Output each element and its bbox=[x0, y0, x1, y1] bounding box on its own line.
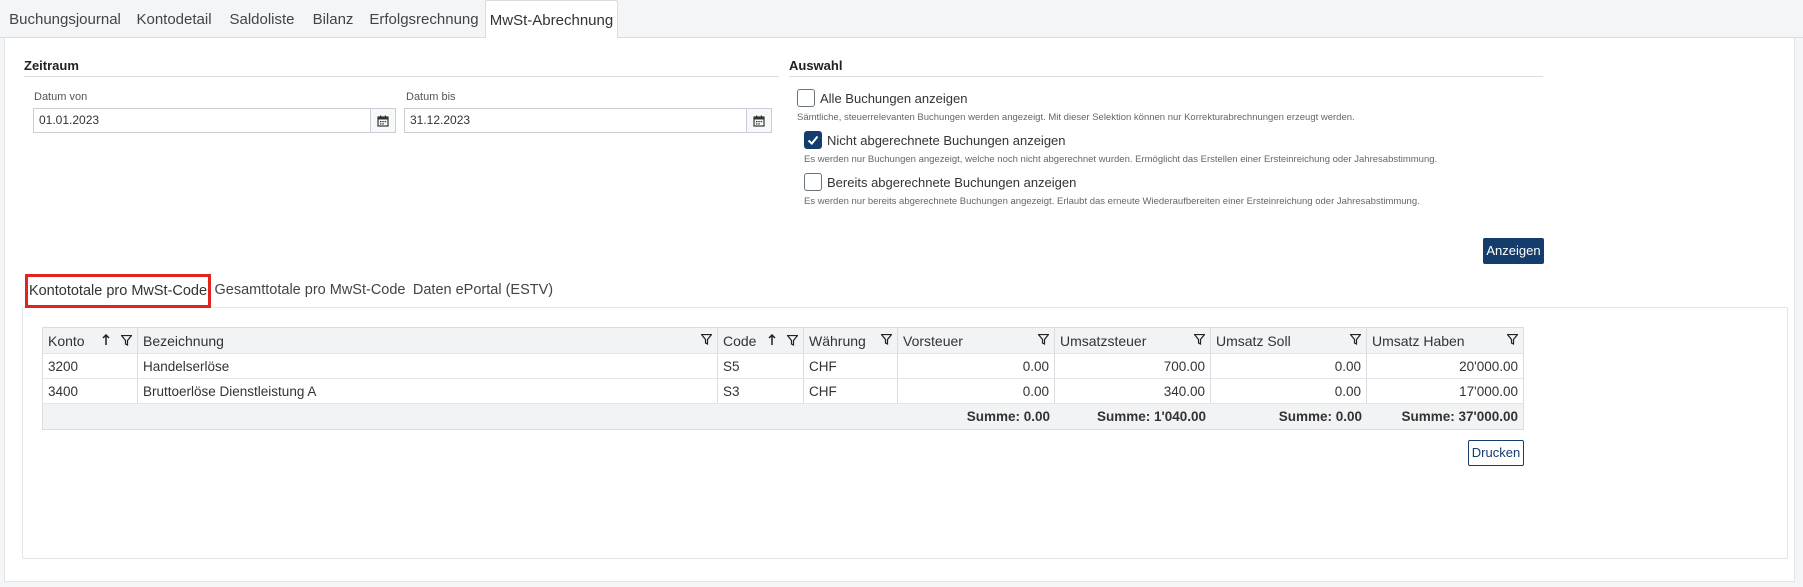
cell-vorsteuer: 0.00 bbox=[898, 379, 1055, 403]
total-umsatzsteuer: Summe: 1'040.00 bbox=[1096, 409, 1206, 424]
auswahl-divider bbox=[789, 76, 1543, 77]
cell-bezeichnung: Handelserlöse bbox=[138, 354, 718, 378]
col-waehrung-label: Währung bbox=[809, 333, 866, 349]
cell-code: S5 bbox=[718, 354, 804, 378]
nicht-abgerechnet-help: Es werden nur Buchungen angezeigt, welch… bbox=[804, 154, 1438, 165]
filter-icon[interactable] bbox=[701, 334, 712, 345]
cell-umsatzsteuer: 700.00 bbox=[1055, 354, 1211, 378]
zeitraum-divider bbox=[24, 76, 779, 77]
col-konto[interactable]: Konto bbox=[43, 328, 138, 353]
col-umsatz-soll-label: Umsatz Soll bbox=[1216, 333, 1291, 349]
tab-mwst-abrechnung[interactable]: MwSt-Abrechnung bbox=[485, 0, 618, 39]
bereits-abgerechnet-label: Bereits abgerechnete Buchungen anzeigen bbox=[827, 175, 1077, 190]
subtab-kontototale[interactable]: Kontototale pro MwSt-Code bbox=[25, 274, 211, 308]
filter-icon[interactable] bbox=[1350, 334, 1361, 345]
cell-umsatz-haben: 20'000.00 bbox=[1459, 359, 1518, 374]
col-vorsteuer-label: Vorsteuer bbox=[903, 333, 963, 349]
checkbox-alle-buchungen[interactable] bbox=[797, 89, 815, 107]
col-waehrung[interactable]: Währung bbox=[804, 328, 898, 353]
grid-totals-row: Summe: 0.00 Summe: 1'040.00 Summe: 0.00 … bbox=[43, 404, 1523, 429]
col-umsatzsteuer-label: Umsatzsteuer bbox=[1060, 333, 1147, 349]
cell-konto: 3400 bbox=[43, 379, 138, 403]
anzeigen-button[interactable]: Anzeigen bbox=[1483, 238, 1544, 264]
tab-erfolgsrechnung[interactable]: Erfolgsrechnung bbox=[364, 0, 484, 39]
nicht-abgerechnet-label: Nicht abgerechnete Buchungen anzeigen bbox=[827, 133, 1066, 148]
grid-header-row: Konto Bezeichnung Code Währung Vorsteuer… bbox=[43, 328, 1523, 354]
cell-umsatz-soll: 0.00 bbox=[1211, 354, 1367, 378]
col-umsatzsteuer[interactable]: Umsatzsteuer bbox=[1055, 328, 1211, 353]
cell-code: S3 bbox=[718, 379, 804, 403]
alle-buchungen-help: Sämtliche, steuerrelevanten Buchungen we… bbox=[797, 112, 1355, 123]
tab-kontodetail[interactable]: Kontodetail bbox=[128, 0, 220, 39]
cell-waehrung: CHF bbox=[804, 354, 898, 378]
alle-buchungen-label: Alle Buchungen anzeigen bbox=[820, 91, 968, 106]
col-code-label: Code bbox=[723, 333, 757, 349]
total-umsatz-haben: Summe: 37'000.00 bbox=[1401, 409, 1518, 424]
col-umsatz-haben[interactable]: Umsatz Haben bbox=[1367, 328, 1523, 353]
tab-saldoliste[interactable]: Saldoliste bbox=[222, 0, 302, 39]
col-umsatz-haben-label: Umsatz Haben bbox=[1372, 333, 1465, 349]
subtab-eportal[interactable]: Daten ePortal (ESTV) bbox=[412, 274, 554, 308]
col-umsatz-soll[interactable]: Umsatz Soll bbox=[1211, 328, 1367, 353]
datum-von-label: Datum von bbox=[34, 91, 88, 103]
zeitraum-title: Zeitraum bbox=[24, 58, 79, 73]
cell-konto: 3200 bbox=[43, 354, 138, 378]
col-code[interactable]: Code bbox=[718, 328, 804, 353]
sort-asc-icon[interactable] bbox=[767, 334, 777, 346]
filter-icon[interactable] bbox=[787, 334, 798, 346]
auswahl-title: Auswahl bbox=[789, 58, 843, 73]
datum-bis-value: 31.12.2023 bbox=[410, 113, 471, 127]
total-vorsteuer: Summe: 0.00 bbox=[966, 409, 1050, 424]
drucken-button[interactable]: Drucken bbox=[1468, 440, 1524, 466]
checkbox-nicht-abgerechnet[interactable] bbox=[804, 131, 822, 149]
calendar-icon[interactable] bbox=[370, 108, 396, 133]
datum-bis-label: Datum bis bbox=[406, 91, 456, 103]
top-tab-bar: Buchungsjournal Kontodetail Saldoliste B… bbox=[0, 0, 1803, 39]
col-bezeichnung-label: Bezeichnung bbox=[143, 333, 224, 349]
table-row[interactable]: 3400 Bruttoerlöse Dienstleistung A S3 CH… bbox=[43, 379, 1523, 404]
filter-icon[interactable] bbox=[881, 334, 892, 345]
col-bezeichnung[interactable]: Bezeichnung bbox=[138, 328, 718, 353]
datum-bis-input[interactable]: 31.12.2023 bbox=[404, 108, 772, 133]
checkmark-icon bbox=[807, 135, 819, 145]
table-row[interactable]: 3200 Handelserlöse S5 CHF 0.00 700.00 0.… bbox=[43, 354, 1523, 379]
cell-vorsteuer: 0.00 bbox=[898, 354, 1055, 378]
tab-buchungsjournal[interactable]: Buchungsjournal bbox=[4, 0, 126, 39]
mwst-grid: Konto Bezeichnung Code Währung Vorsteuer… bbox=[42, 327, 1524, 430]
datum-von-value: 01.01.2023 bbox=[39, 113, 100, 127]
total-umsatz-soll: Summe: 0.00 bbox=[1278, 409, 1362, 424]
cell-bezeichnung: Bruttoerlöse Dienstleistung A bbox=[138, 379, 718, 403]
cell-umsatzsteuer: 340.00 bbox=[1055, 379, 1211, 403]
cell-waehrung: CHF bbox=[804, 379, 898, 403]
checkbox-bereits-abgerechnet[interactable] bbox=[804, 173, 822, 191]
col-konto-label: Konto bbox=[48, 333, 85, 349]
cell-umsatz-soll: 0.00 bbox=[1211, 379, 1367, 403]
col-vorsteuer[interactable]: Vorsteuer bbox=[898, 328, 1055, 353]
cell-umsatz-haben: 17'000.00 bbox=[1459, 384, 1518, 399]
sort-asc-icon[interactable] bbox=[101, 334, 111, 346]
subtab-gesamttotale[interactable]: Gesamttotale pro MwSt-Code bbox=[214, 274, 406, 308]
tab-bilanz[interactable]: Bilanz bbox=[304, 0, 362, 39]
totals-spacer bbox=[43, 404, 898, 429]
filter-icon[interactable] bbox=[121, 334, 132, 346]
filter-icon[interactable] bbox=[1194, 334, 1205, 345]
bereits-abgerechnet-help: Es werden nur bereits abgerechnete Buchu… bbox=[804, 196, 1420, 207]
datum-von-input[interactable]: 01.01.2023 bbox=[33, 108, 396, 133]
calendar-icon[interactable] bbox=[746, 108, 772, 133]
filter-icon[interactable] bbox=[1507, 334, 1518, 345]
filter-icon[interactable] bbox=[1038, 334, 1049, 345]
